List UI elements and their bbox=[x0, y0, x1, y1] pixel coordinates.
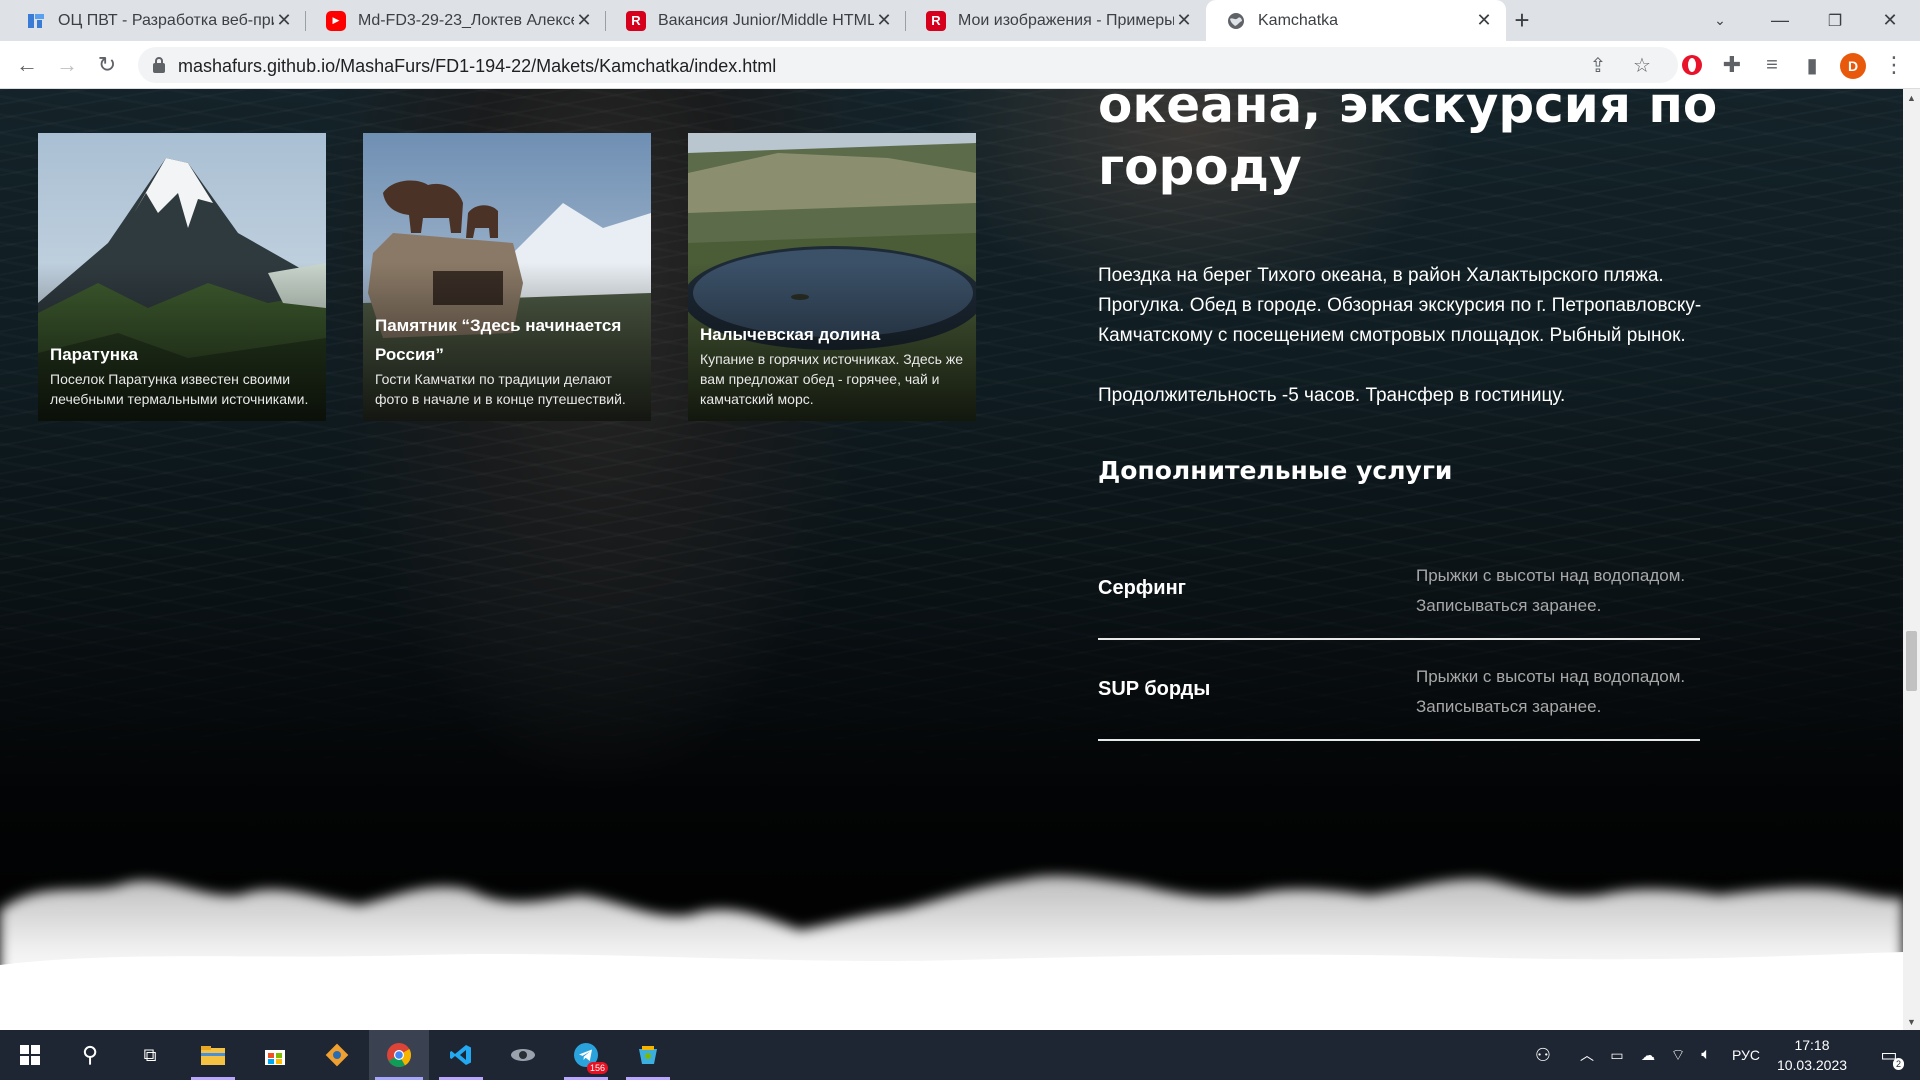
tour-duration: Продолжительность -5 часов. Трансфер в г… bbox=[1098, 385, 1566, 406]
people-icon[interactable]: ⚇ bbox=[1526, 1030, 1560, 1080]
side-panel-icon[interactable]: ▮ bbox=[1796, 49, 1828, 81]
service-name: Серфинг bbox=[1098, 577, 1186, 599]
tab-youtube[interactable]: ▶ Md-FD3-29-23_Локтев Алексей ✕ bbox=[306, 0, 606, 41]
card-paratunka[interactable]: Паратунка Поселок Паратунка известен сво… bbox=[38, 133, 326, 421]
service-row: Серфинг Прыжки с высоты над водопадом. З… bbox=[1098, 539, 1700, 640]
service-description: Прыжки с высоты над водопадом. Записыват… bbox=[1416, 667, 1686, 716]
address-bar[interactable]: mashafurs.github.io/MashaFurs/FD1-194-22… bbox=[138, 47, 1678, 83]
close-tab-icon[interactable]: ✕ bbox=[1474, 10, 1494, 31]
service-description: Прыжки с высоты над водопадом. Записыват… bbox=[1416, 566, 1686, 615]
clouds-decoration bbox=[0, 875, 1903, 1030]
share-icon[interactable]: ⇪ bbox=[1584, 51, 1612, 79]
notifications-icon[interactable]: ▭ 2 bbox=[1864, 1030, 1914, 1080]
reload-icon[interactable]: ↻ bbox=[91, 49, 123, 81]
search-icon[interactable]: ⚲ bbox=[60, 1030, 120, 1080]
scroll-up-arrow-icon[interactable]: ▲ bbox=[1903, 89, 1920, 106]
rabota-favicon: R bbox=[926, 10, 946, 31]
card-description: Купание в горячих источниках. Здесь же в… bbox=[700, 351, 964, 407]
windows-start-icon[interactable] bbox=[0, 1030, 60, 1080]
menu-kebab-icon[interactable]: ⋮ bbox=[1878, 49, 1910, 81]
chrome-icon[interactable] bbox=[369, 1030, 429, 1080]
card-title: Паратунка bbox=[50, 345, 138, 364]
app-eye-icon[interactable] bbox=[493, 1030, 553, 1080]
service-name: SUP борды bbox=[1098, 678, 1211, 700]
section-heading: океана, экскурсия по городу bbox=[1098, 89, 1718, 196]
notifications-badge: 2 bbox=[1892, 1058, 1904, 1070]
tab-my-images[interactable]: R Мои изображения - Примеры р ✕ bbox=[906, 0, 1206, 41]
battery-icon[interactable]: ▭ bbox=[1604, 1030, 1630, 1080]
close-tab-icon[interactable]: ✕ bbox=[1174, 10, 1194, 31]
card-title: Налычевская долина bbox=[700, 325, 881, 344]
services-heading: Дополнительные услуги bbox=[1098, 456, 1453, 485]
scroll-down-arrow-icon[interactable]: ▼ bbox=[1903, 1013, 1920, 1030]
tray-chevron-up-icon[interactable]: ︿ bbox=[1574, 1030, 1600, 1080]
tab-ocpvt[interactable]: ОЦ ПВТ - Разработка веб-прил ✕ bbox=[6, 0, 306, 41]
git-app-icon[interactable] bbox=[307, 1030, 367, 1080]
new-tab-icon[interactable]: + bbox=[1502, 0, 1542, 41]
card-title: Памятник “Здесь начинается Россия” bbox=[375, 316, 622, 364]
microsoft-store-icon[interactable] bbox=[245, 1030, 305, 1080]
tab-strip: ОЦ ПВТ - Разработка веб-прил ✕ ▶ Md-FD3-… bbox=[0, 0, 1920, 41]
paint-app-icon[interactable] bbox=[618, 1030, 678, 1080]
service-row: SUP борды Прыжки с высоты над водопадом.… bbox=[1098, 640, 1700, 741]
task-view-icon[interactable]: ⧉ bbox=[120, 1030, 180, 1080]
browser-toolbar: ← → ↻ mashafurs.github.io/MashaFurs/FD1-… bbox=[0, 41, 1920, 89]
tab-vacancy[interactable]: R Вакансия Junior/Middle HTML-в ✕ bbox=[606, 0, 906, 41]
card-description: Гости Камчатки по традиции делают фото в… bbox=[375, 371, 626, 407]
tab-search-chevron-icon[interactable]: ⌄ bbox=[1690, 0, 1750, 41]
vscode-icon[interactable] bbox=[431, 1030, 491, 1080]
rabota-favicon: R bbox=[626, 10, 646, 31]
maximize-icon[interactable]: ❐ bbox=[1805, 0, 1865, 41]
scrollbar-thumb[interactable] bbox=[1906, 631, 1917, 691]
card-monument[interactable]: Памятник “Здесь начинается Россия” Гости… bbox=[363, 133, 651, 421]
file-explorer-icon[interactable] bbox=[183, 1030, 243, 1080]
page-viewport: Паратунка Поселок Паратунка известен сво… bbox=[0, 89, 1903, 1030]
tour-description: Поездка на берег Тихого океана, в район … bbox=[1098, 265, 1702, 346]
windows-taskbar: ⚲ ⧉ 156 ⚇ ︿ ▭ ☁ ⌔ 🔈︎ РУС 17:18 10.03.202… bbox=[0, 1030, 1920, 1080]
card-description: Поселок Паратунка известен своими лечебн… bbox=[50, 371, 309, 407]
window-close-icon[interactable]: ✕ bbox=[1860, 0, 1920, 41]
tab-kamchatka[interactable]: Kamchatka ✕ bbox=[1206, 0, 1506, 41]
telegram-unread-badge: 156 bbox=[586, 1062, 608, 1074]
lock-icon bbox=[153, 57, 165, 73]
youtube-favicon: ▶ bbox=[326, 10, 346, 31]
ocpvt-favicon bbox=[26, 11, 46, 31]
back-arrow-icon[interactable]: ← bbox=[11, 49, 43, 81]
opera-extension-icon[interactable] bbox=[1676, 49, 1708, 81]
clock-date: 10.03.2023 bbox=[1776, 1057, 1848, 1073]
url-text: mashafurs.github.io/MashaFurs/FD1-194-22… bbox=[178, 56, 777, 76]
wifi-icon[interactable]: ⌔ bbox=[1664, 1030, 1692, 1080]
close-tab-icon[interactable]: ✕ bbox=[574, 10, 594, 31]
telegram-icon[interactable]: 156 bbox=[556, 1030, 616, 1080]
forward-arrow-icon[interactable]: → bbox=[51, 49, 83, 81]
minimize-icon[interactable]: — bbox=[1750, 0, 1810, 41]
card-nalychevo[interactable]: Налычевская долина Купание в горячих ист… bbox=[688, 133, 976, 421]
clock-time: 17:18 bbox=[1794, 1037, 1830, 1053]
bookmark-star-icon[interactable]: ☆ bbox=[1628, 51, 1656, 79]
onedrive-error-icon[interactable]: ☁ bbox=[1634, 1030, 1662, 1080]
media-playlist-icon[interactable]: ≡ bbox=[1756, 49, 1788, 81]
page-scrollbar[interactable]: ▲ ▼ bbox=[1903, 89, 1920, 1030]
profile-avatar[interactable]: D bbox=[1840, 53, 1866, 79]
close-tab-icon[interactable]: ✕ bbox=[874, 10, 894, 31]
taskbar-clock[interactable]: 17:18 10.03.2023 bbox=[1762, 1035, 1862, 1075]
close-tab-icon[interactable]: ✕ bbox=[274, 10, 294, 31]
volume-icon[interactable]: 🔈︎ bbox=[1692, 1030, 1720, 1080]
globe-favicon bbox=[1226, 11, 1246, 31]
extensions-puzzle-icon[interactable]: ✚ bbox=[1716, 49, 1748, 81]
